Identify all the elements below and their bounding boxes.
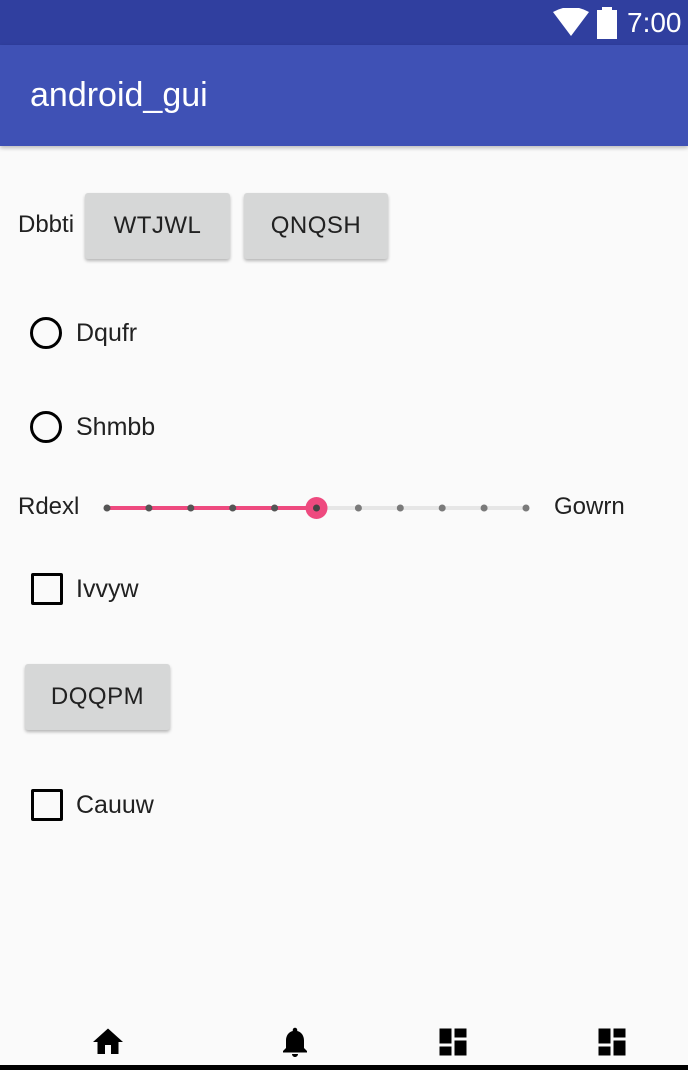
battery-icon bbox=[597, 7, 617, 39]
checkbox[interactable] bbox=[31, 789, 63, 821]
radio-circle[interactable] bbox=[30, 411, 62, 443]
app-title: android_gui bbox=[30, 76, 208, 114]
slider-tick bbox=[103, 504, 111, 512]
slider-tick bbox=[354, 504, 362, 512]
slider-min-label: Rdexl bbox=[18, 493, 80, 520]
slider-tick bbox=[396, 504, 404, 512]
slider-tick bbox=[438, 504, 446, 512]
dashboard-icon[interactable] bbox=[594, 1024, 630, 1060]
wtjwl-button[interactable]: WTJWL bbox=[85, 193, 230, 259]
checkbox-label: Cauuw bbox=[76, 791, 154, 819]
nav-divider bbox=[0, 1065, 688, 1070]
wifi-icon bbox=[553, 8, 589, 36]
home-icon[interactable] bbox=[90, 1024, 126, 1060]
row-label: Dbbti bbox=[18, 211, 75, 238]
slider-max-label: Gowrn bbox=[554, 493, 625, 520]
slider-tick bbox=[271, 504, 279, 512]
radio-label: Shmbb bbox=[76, 413, 156, 441]
slider-tick bbox=[522, 504, 530, 512]
dashboard-icon[interactable] bbox=[435, 1024, 471, 1060]
app-bar: android_gui bbox=[0, 45, 688, 146]
radio-circle[interactable] bbox=[30, 317, 62, 349]
discrete-slider[interactable] bbox=[100, 490, 535, 526]
slider-tick bbox=[145, 504, 153, 512]
slider-thumb-tick bbox=[313, 504, 320, 512]
slider-tick bbox=[480, 504, 488, 512]
bell-icon[interactable] bbox=[277, 1024, 313, 1060]
dqqpm-button[interactable]: DQQPM bbox=[25, 664, 170, 730]
qnqsh-button[interactable]: QNQSH bbox=[244, 193, 388, 259]
checkbox-label: Ivvyw bbox=[76, 575, 139, 603]
slider-tick bbox=[187, 504, 195, 512]
slider-tick bbox=[229, 504, 237, 512]
checkbox[interactable] bbox=[31, 573, 63, 605]
status-bar: 7:00 bbox=[0, 0, 688, 45]
status-time: 7:00 bbox=[627, 7, 682, 38]
radio-label: Dqufr bbox=[76, 319, 138, 347]
